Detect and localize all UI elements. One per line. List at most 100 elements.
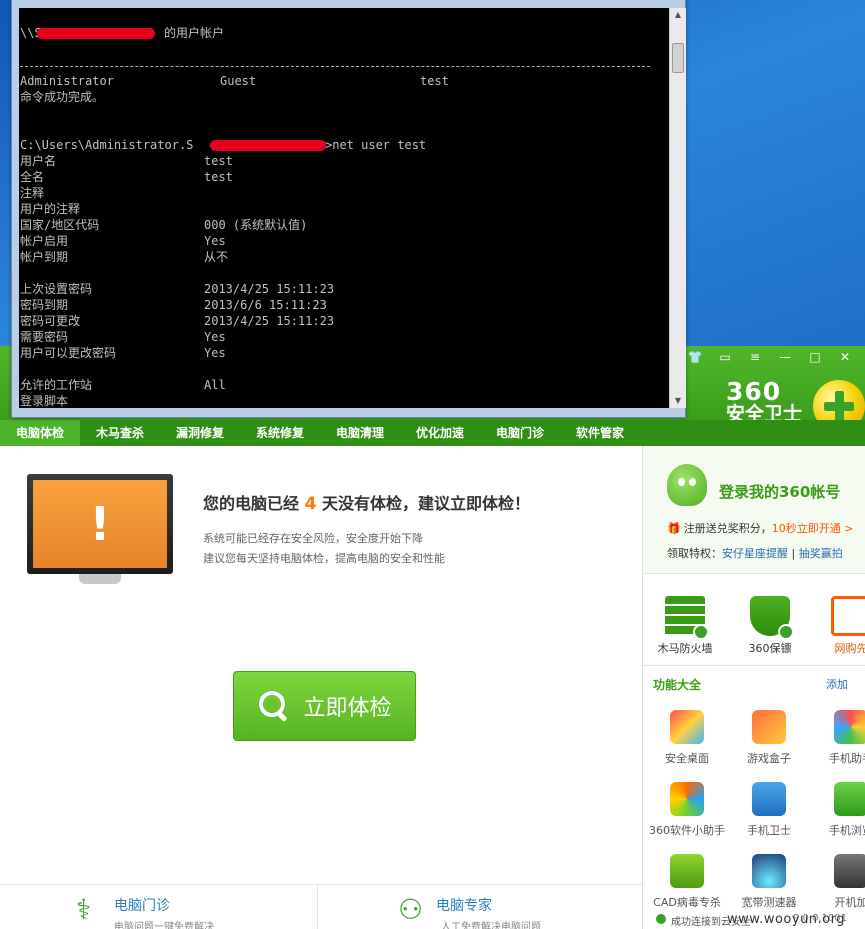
software-helper-icon	[670, 782, 704, 816]
monitor-warning-icon: !	[27, 474, 173, 584]
app-cad-virus[interactable]: CAD病毒专杀	[647, 854, 727, 910]
feature-trojan-firewall[interactable]: 木马防火墙	[653, 596, 717, 656]
tab-clinic[interactable]: 电脑门诊	[480, 420, 560, 446]
stethoscope-icon: ⚕	[76, 893, 92, 926]
functions-title: 功能大全	[653, 678, 702, 692]
row-label: 密码到期	[20, 298, 69, 312]
mobile-browser-icon	[834, 782, 865, 816]
row-label: 需要密码	[20, 330, 69, 344]
tab-checkup[interactable]: 电脑体检	[0, 420, 80, 446]
app-software-helper[interactable]: 360软件小助手	[647, 782, 727, 838]
tab-software[interactable]: 软件管家	[560, 420, 640, 446]
row-label: 允许的工作站	[20, 378, 93, 392]
login-box: 登录我的360帐号 🎁 注册送兑奖积分，10秒立即开通 > 领取特权：安仔星座提醒…	[643, 446, 865, 574]
row-value: test	[204, 170, 233, 184]
phone-assistant-icon	[834, 710, 865, 744]
app-phone-assistant[interactable]: 手机助手	[811, 710, 865, 766]
tab-system-repair[interactable]: 系统修复	[240, 420, 320, 446]
minimize-icon[interactable]: —	[775, 350, 795, 364]
boot-speed-icon	[834, 854, 865, 888]
start-checkup-button[interactable]: 立即体检	[233, 671, 416, 741]
risk-note: 系统可能已经存在安全风险，安全度开始下降	[203, 532, 423, 545]
privilege-link-horoscope[interactable]: 安仔星座提醒	[722, 547, 788, 560]
close-icon[interactable]: ✕	[835, 350, 855, 364]
app-speed-test[interactable]: 宽带测速器	[729, 854, 809, 910]
console-output: \\S 的用户帐户 Administrator Guest test 命令成功完…	[19, 8, 669, 408]
checkup-headline: 您的电脑已经 4 天没有体检，建议立即体检！	[203, 494, 530, 514]
row-label: 用户可以更改密码	[20, 346, 117, 360]
brand: 360 安全卫士	[726, 377, 802, 424]
row-value: All	[204, 378, 226, 392]
app-mobile-browser[interactable]: 手机浏览	[811, 782, 865, 838]
scroll-down-icon[interactable]: ▼	[670, 394, 686, 408]
row-value: Yes	[204, 234, 226, 248]
row-label: 上次设置密码	[20, 282, 93, 296]
register-link[interactable]: 10秒立即开通 >	[772, 522, 854, 535]
app-game-box[interactable]: 游戏盒子	[729, 710, 809, 766]
protection-features: 木马防火墙 360保镖 网购先	[643, 596, 865, 656]
user-guest: Guest	[220, 74, 257, 88]
command-prompt-window: \\S 的用户帐户 Administrator Guest test 命令成功完…	[11, 0, 686, 418]
privileges: 领取特权：安仔星座提醒 | 抽奖赢拍	[667, 547, 843, 560]
row-label: 帐户启用	[20, 234, 69, 248]
redaction-mark	[210, 140, 326, 151]
firewall-icon	[665, 596, 709, 640]
right-panel: 登录我的360帐号 🎁 注册送兑奖积分，10秒立即开通 > 领取特权：安仔星座提醒…	[642, 446, 865, 929]
cad-icon	[670, 854, 704, 888]
row-label: 国家/地区代码	[20, 218, 100, 232]
prompt-path: C:\Users\Administrator.S	[20, 138, 194, 152]
gift-icon: 🎁	[667, 522, 681, 535]
user-administrator: Administrator	[20, 74, 114, 88]
row-value: 000 (系统默认值)	[204, 218, 308, 232]
row-value: 2013/4/25 15:11:23	[204, 282, 335, 296]
scroll-thumb[interactable]	[672, 43, 684, 73]
mascot-icon	[667, 464, 707, 506]
row-value: test	[204, 154, 233, 168]
tab-patch[interactable]: 漏洞修复	[160, 420, 240, 446]
search-icon	[257, 689, 291, 723]
user-test: test	[420, 74, 449, 88]
speedometer-icon	[752, 854, 786, 888]
login-link[interactable]: 登录我的360帐号	[719, 481, 840, 502]
add-function-link[interactable]: 添加	[826, 676, 848, 692]
row-label: 用户的注释	[20, 202, 81, 216]
bottom-services: ⚕ 电脑门诊 电脑问题一键免费解决 ⚇ 电脑专家 人工免费解决电脑问题	[0, 884, 642, 929]
status-ok-icon	[656, 914, 666, 924]
tab-trojan-scan[interactable]: 木马查杀	[80, 420, 160, 446]
feature-shopping[interactable]: 网购先	[819, 596, 865, 656]
row-value: 2013/4/25 15:11:23	[204, 314, 335, 328]
redaction-mark	[37, 28, 155, 39]
main-tabs: 电脑体检 木马查杀 漏洞修复 系统修复 电脑清理 优化加速 电脑门诊 软件管家	[0, 420, 865, 446]
advice-note: 建议您每天坚持电脑体检，提高电脑的安全和性能	[203, 552, 445, 565]
expert-icon: ⚇	[398, 893, 424, 926]
command-success: 命令成功完成。	[20, 90, 105, 104]
menu-icon[interactable]: ≡	[745, 350, 765, 364]
maximize-icon[interactable]: □	[805, 350, 825, 364]
app-boot-speed[interactable]: 开机加	[811, 854, 865, 910]
shield-icon	[750, 596, 794, 640]
prompt-command: >net user test	[325, 138, 427, 152]
feedback-icon[interactable]: ▭	[715, 350, 735, 364]
row-label: 帐户到期	[20, 250, 69, 264]
secure-desktop-icon	[670, 710, 704, 744]
app-mobile-guard[interactable]: 手机卫士	[729, 782, 809, 838]
scroll-up-icon[interactable]: ▲	[670, 8, 686, 22]
user-accounts-title: 的用户帐户	[164, 26, 225, 40]
row-label: 密码可更改	[20, 314, 81, 328]
brand-number: 360	[726, 377, 782, 406]
feature-bodyguard[interactable]: 360保镖	[738, 596, 802, 656]
clinic-sub: 电脑问题一键免费解决	[114, 922, 214, 929]
tab-cleanup[interactable]: 电脑清理	[320, 420, 400, 446]
app-secure-desktop[interactable]: 安全桌面	[647, 710, 727, 766]
window-controls: 👕 ▭ ≡ — □ ✕	[685, 350, 855, 364]
privilege-link-lottery[interactable]: 抽奖赢拍	[799, 547, 843, 560]
mobile-guard-icon	[752, 782, 786, 816]
row-label: 登录脚本	[20, 394, 69, 408]
skin-icon[interactable]: 👕	[685, 350, 705, 364]
game-box-icon	[752, 710, 786, 744]
expert-sub: 人工免费解决电脑问题	[441, 922, 541, 929]
tab-optimize[interactable]: 优化加速	[400, 420, 480, 446]
row-label: 全名	[20, 170, 45, 184]
row-label: 用户名	[20, 154, 57, 168]
console-scrollbar[interactable]: ▲ ▼	[670, 8, 686, 408]
